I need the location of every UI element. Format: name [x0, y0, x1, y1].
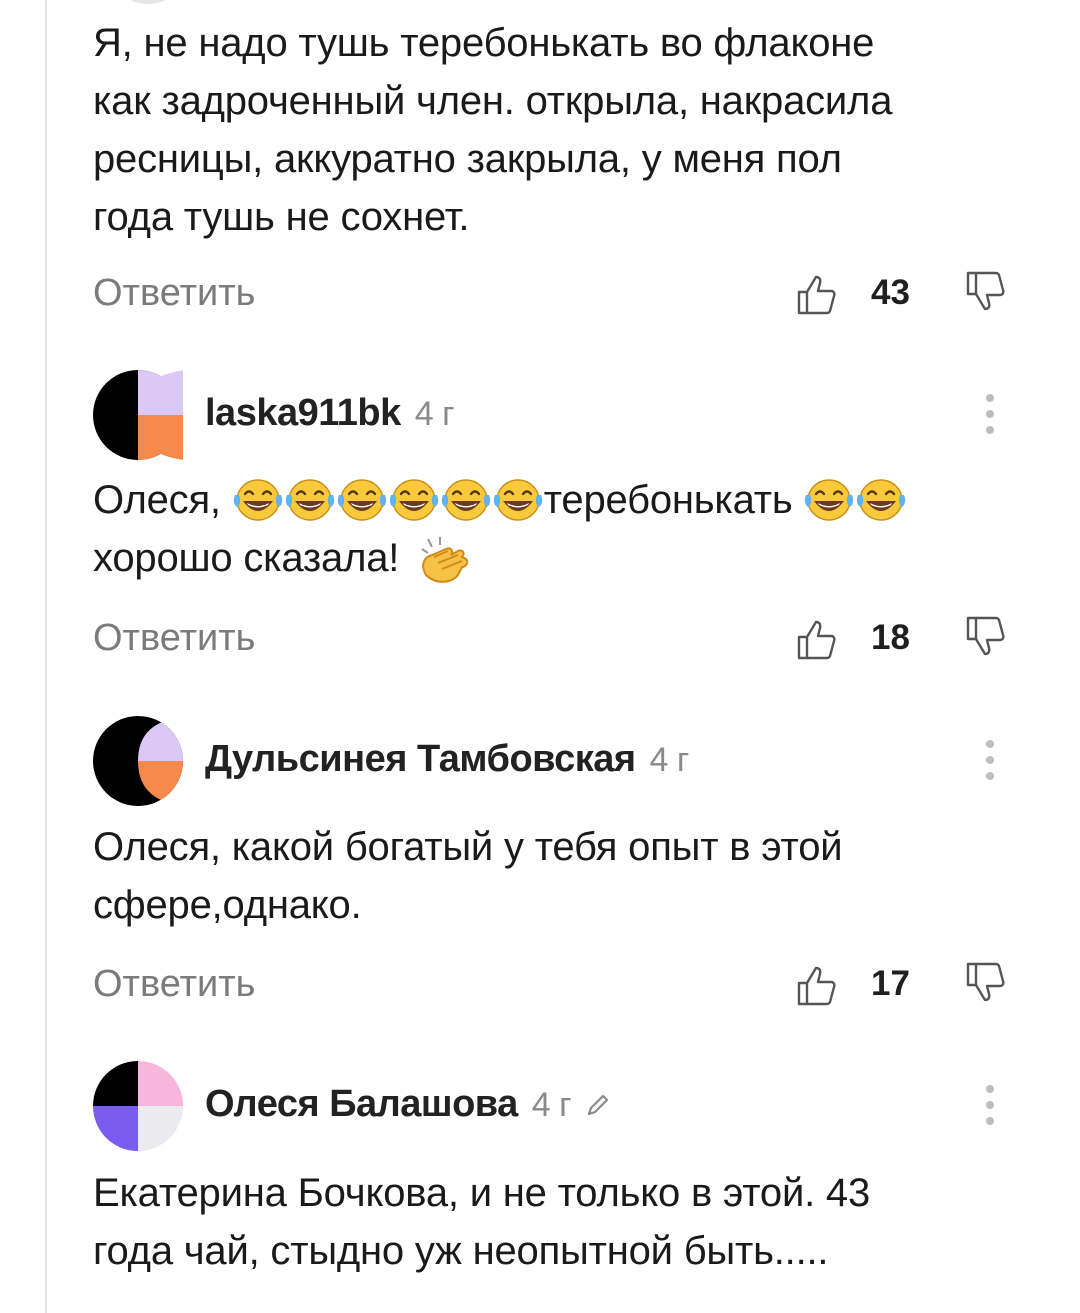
avatar[interactable]: [93, 1061, 183, 1151]
comment-text-end: хорошо сказала!: [93, 536, 400, 580]
comment-header: Дульсинея Тамбовская 4 г: [93, 716, 1033, 808]
author-line: Дульсинея Тамбовская 4 г: [205, 734, 689, 785]
comment-body: Олеся, теребонькать хорошо сказала!: [93, 471, 1033, 587]
thread-line: [45, 0, 47, 1313]
comment-text: Я, не надо тушь теребонькать во флаконе …: [93, 21, 893, 239]
more-options-icon[interactable]: [979, 1083, 1001, 1127]
thumbs-up-icon[interactable]: [795, 273, 839, 317]
avatar[interactable]: [93, 370, 183, 460]
comment-text: Олеся, теребонькать хорошо сказала!: [93, 471, 1033, 587]
comment-text: Екатерина Бочкова, и не только в этой. 4…: [93, 1171, 871, 1273]
reply-button[interactable]: Ответить: [93, 608, 255, 668]
thumbs-down-icon[interactable]: [966, 269, 1010, 313]
author-name[interactable]: Олеся Балашова: [205, 1083, 518, 1125]
author-name[interactable]: Дульсинея Тамбовская: [205, 738, 636, 780]
thumbs-up-icon[interactable]: [795, 618, 839, 662]
author-name[interactable]: laska911bk: [205, 392, 401, 434]
comment-body: Екатерина Бочкова, и не только в этой. 4…: [93, 1164, 1033, 1280]
comment-text-start: Олеся,: [93, 478, 232, 522]
tears-of-joy-emoji-icon: [493, 479, 542, 521]
previous-avatar-edge: [118, 0, 178, 4]
more-options-icon[interactable]: [979, 738, 1001, 782]
thumbs-down-icon[interactable]: [966, 614, 1010, 658]
tears-of-joy-emoji-icon: [389, 479, 438, 521]
like-count: 17: [871, 964, 910, 1003]
clapping-hands-icon: [421, 537, 469, 583]
author-line: laska911bk 4 г: [205, 388, 455, 439]
tears-of-joy-emoji-icon: [285, 479, 334, 521]
comment-time: 4 г: [414, 395, 455, 433]
tears-of-joy-emoji-icon: [805, 479, 854, 521]
comment-text: Олеся, какой богатый у тебя опыт в этой …: [93, 825, 843, 927]
laughing-emoji-group: [803, 478, 907, 522]
tears-of-joy-emoji-icon: [337, 479, 386, 521]
reply-button[interactable]: Ответить: [93, 954, 255, 1014]
like-count: 43: [871, 273, 910, 312]
laughing-emoji-group: [232, 478, 544, 522]
comment-body: Олеся, какой богатый у тебя опыт в этой …: [93, 818, 1033, 934]
tears-of-joy-emoji-icon: [233, 479, 282, 521]
thumbs-down-icon[interactable]: [966, 960, 1010, 1004]
comment: Я, не надо тушь теребонькать во флаконе …: [93, 14, 1033, 246]
actions-bar: Ответить 43: [93, 263, 1018, 323]
thumbs-up-icon[interactable]: [795, 964, 839, 1008]
tears-of-joy-emoji-icon: [857, 479, 906, 521]
comment-time: 4 г: [531, 1086, 572, 1124]
author-line: Олеся Балашова 4 г: [205, 1079, 611, 1130]
tears-of-joy-emoji-icon: [441, 479, 490, 521]
more-options-icon[interactable]: [979, 392, 1001, 436]
comment-header: laska911bk 4 г: [93, 370, 1033, 462]
comment-header: Олеся Балашова 4 г: [93, 1061, 1033, 1153]
actions-bar: Ответить 18: [93, 608, 1018, 668]
comment-time: 4 г: [649, 741, 690, 779]
avatar[interactable]: [93, 716, 183, 806]
reply-button[interactable]: Ответить: [93, 263, 255, 323]
pencil-icon: [587, 1094, 609, 1116]
like-count: 18: [871, 618, 910, 657]
comment-text-middle: теребонькать: [543, 478, 804, 522]
actions-bar: Ответить 17: [93, 954, 1018, 1014]
